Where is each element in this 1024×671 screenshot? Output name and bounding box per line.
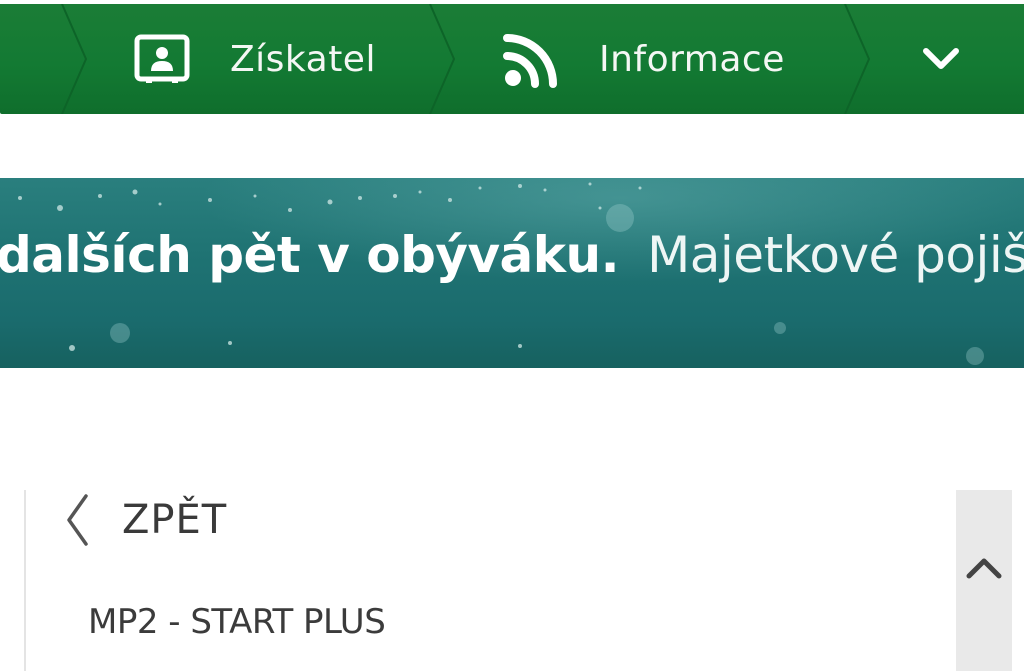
rss-icon [503, 34, 557, 88]
chevron-left-icon [67, 494, 88, 546]
chevron-down-icon [923, 48, 959, 69]
scrollbar[interactable] [956, 490, 1012, 671]
nav-more-button[interactable] [916, 4, 966, 114]
nav-separator [429, 4, 456, 114]
product-panel: ZPĚT MP2 - START PLUS [24, 490, 1024, 671]
banner-headline: dalších pět v obýváku. Majetkové pojište [0, 226, 1024, 284]
contact-card-icon [134, 34, 190, 83]
nav-separator [844, 4, 871, 114]
banner-text-regular: Majetkové pojište [647, 226, 1024, 284]
nav-item-ziskatel[interactable]: Získatel [134, 4, 376, 114]
product-title[interactable]: MP2 - START PLUS [88, 602, 386, 642]
top-navigation-bar: t Získatel Informace [0, 4, 1024, 114]
nav-item-informace-label: Informace [599, 38, 785, 80]
back-button[interactable]: ZPĚT [64, 490, 227, 550]
back-button-label: ZPĚT [122, 497, 228, 543]
scroll-up-button[interactable] [956, 540, 1012, 596]
nav-item-ziskatel-label: Získatel [230, 38, 376, 80]
chevron-up-icon [966, 558, 1002, 579]
nav-item-informace[interactable]: Informace [503, 4, 785, 114]
nav-item-previous[interactable]: t [0, 4, 80, 114]
promo-banner[interactable]: dalších pět v obýváku. Majetkové pojište [0, 178, 1024, 368]
page: t Získatel Informace [0, 0, 1024, 671]
banner-text-bold: dalších pět v obýváku. [0, 226, 620, 284]
